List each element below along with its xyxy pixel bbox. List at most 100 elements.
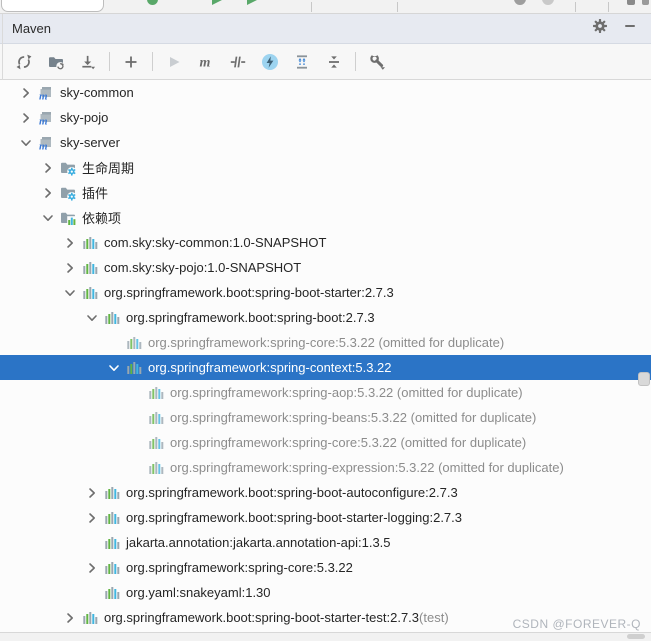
tree-row[interactable]: com.sky:sky-pojo:1.0-SNAPSHOT bbox=[0, 255, 651, 280]
tree-row[interactable]: org.springframework.boot:spring-boot-sta… bbox=[0, 505, 651, 530]
chevron-right-icon[interactable] bbox=[18, 85, 34, 101]
maven-module-icon: m bbox=[38, 110, 54, 127]
tree-row[interactable]: com.sky:sky-common:1.0-SNAPSHOT bbox=[0, 230, 651, 255]
chevron-right-icon[interactable] bbox=[62, 260, 78, 276]
tree-row[interactable]: m sky-server bbox=[0, 130, 651, 155]
tree-row[interactable]: jakarta.annotation:jakarta.annotation-ap… bbox=[0, 530, 651, 555]
tree-row-scope-suffix: (test) bbox=[419, 610, 449, 625]
maven-module-icon: m bbox=[38, 85, 54, 102]
tree-row-label: com.sky:sky-pojo:1.0-SNAPSHOT bbox=[104, 260, 302, 275]
tree-row[interactable]: org.springframework:spring-core:5.3.22 (… bbox=[0, 430, 651, 455]
library-icon bbox=[104, 535, 120, 551]
execute-maven-goal-button[interactable]: m bbox=[193, 49, 219, 75]
collapse-all-icon bbox=[326, 54, 342, 70]
tree-row-label: sky-pojo bbox=[60, 110, 109, 125]
chevron-right-icon[interactable] bbox=[40, 185, 56, 201]
chevron-down-icon[interactable] bbox=[62, 285, 78, 301]
gear-icon bbox=[592, 18, 608, 39]
add-maven-project-button[interactable] bbox=[118, 49, 144, 75]
gray-icon-fragment bbox=[627, 0, 635, 5]
green-icon-fragment bbox=[147, 0, 158, 5]
offline-lightning-icon bbox=[261, 53, 279, 71]
toolbar-separator-fragment bbox=[397, 2, 398, 12]
tree-row-label: org.springframework:spring-expression:5.… bbox=[170, 460, 564, 475]
toolbar-separator-fragment bbox=[311, 2, 312, 12]
tree-row-label: jakarta.annotation:jakarta.annotation-ap… bbox=[126, 535, 391, 550]
vertical-scrollbar-thumb[interactable] bbox=[638, 372, 650, 386]
tree-row[interactable]: org.springframework:spring-expression:5.… bbox=[0, 455, 651, 480]
chevron-down-icon[interactable] bbox=[84, 310, 100, 326]
chevron-right-icon[interactable] bbox=[84, 560, 100, 576]
tree-row-label: org.springframework.boot:spring-boot-aut… bbox=[126, 485, 458, 500]
tool-window-title: Maven bbox=[12, 21, 52, 36]
folder-sync-icon bbox=[48, 54, 64, 70]
tree-row-label: org.springframework.boot:spring-boot:2.7… bbox=[126, 310, 375, 325]
chevron-right-icon[interactable] bbox=[62, 235, 78, 251]
run-config-selector-fragment[interactable] bbox=[1, 0, 104, 12]
chevron-right-icon[interactable] bbox=[62, 610, 78, 626]
library-icon bbox=[148, 385, 164, 401]
chevron-placeholder bbox=[84, 585, 100, 601]
reload-all-maven-projects-button[interactable] bbox=[11, 49, 37, 75]
library-icon bbox=[148, 460, 164, 476]
library-icon bbox=[148, 410, 164, 426]
tree-row-label: org.springframework.boot:spring-boot-sta… bbox=[104, 285, 394, 300]
tree-row[interactable]: org.springframework.boot:spring-boot-aut… bbox=[0, 480, 651, 505]
tree-row[interactable]: org.springframework:spring-beans:5.3.22 … bbox=[0, 405, 651, 430]
tree-row[interactable]: m sky-pojo bbox=[0, 105, 651, 130]
skip-tests-button[interactable] bbox=[225, 49, 251, 75]
dependencies-folder-icon bbox=[60, 210, 77, 226]
toolbar-separator-fragment bbox=[575, 2, 576, 12]
expand-all-icon bbox=[294, 54, 310, 70]
maven-tool-window: Maven m m sky-common m sky-pojo m sky-se… bbox=[0, 0, 651, 641]
tree-row[interactable]: 插件 bbox=[0, 180, 651, 205]
tree-row[interactable]: org.springframework:spring-core:5.3.22 bbox=[0, 555, 651, 580]
tree-row[interactable]: org.springframework.boot:spring-boot:2.7… bbox=[0, 305, 651, 330]
chevron-placeholder bbox=[128, 410, 144, 426]
tool-window-settings-button[interactable] bbox=[589, 18, 611, 40]
library-icon bbox=[104, 310, 120, 326]
library-icon bbox=[82, 610, 98, 626]
chevron-right-icon[interactable] bbox=[40, 160, 56, 176]
library-icon bbox=[104, 510, 120, 526]
tree-row[interactable]: org.springframework:spring-core:5.3.22 (… bbox=[0, 330, 651, 355]
chevron-right-icon[interactable] bbox=[84, 510, 100, 526]
chevron-down-icon[interactable] bbox=[106, 360, 122, 376]
run-build-button[interactable] bbox=[161, 49, 187, 75]
chevron-down-icon[interactable] bbox=[40, 210, 56, 226]
tree-row[interactable]: 依赖项 bbox=[0, 205, 651, 230]
plugins-folder-icon bbox=[60, 185, 77, 201]
chevron-right-icon[interactable] bbox=[84, 485, 100, 501]
download-icon bbox=[80, 54, 96, 70]
tree-row[interactable]: m sky-common bbox=[0, 80, 651, 105]
tree-row-selected[interactable]: org.springframework:spring-context:5.3.2… bbox=[0, 355, 651, 380]
tree-row-label: org.springframework:spring-aop:5.3.22 (o… bbox=[170, 385, 523, 400]
tree-row-label: org.springframework:spring-beans:5.3.22 … bbox=[170, 410, 537, 425]
collapse-all-button[interactable] bbox=[321, 49, 347, 75]
generate-sources-button[interactable] bbox=[43, 49, 69, 75]
offline-mode-button[interactable] bbox=[257, 49, 283, 75]
toolbar-separator bbox=[109, 52, 110, 71]
tree-row[interactable]: org.yaml:snakeyaml:1.30 bbox=[0, 580, 651, 605]
chevron-right-icon[interactable] bbox=[18, 110, 34, 126]
tree-row[interactable]: org.springframework.boot:spring-boot-sta… bbox=[0, 280, 651, 305]
run-icon bbox=[166, 54, 182, 70]
svg-text:m: m bbox=[39, 90, 48, 101]
lifecycle-folder-icon bbox=[60, 160, 77, 176]
tree-row-label: 插件 bbox=[82, 186, 109, 201]
gray-icon-fragment bbox=[642, 0, 649, 5]
plus-icon bbox=[123, 54, 139, 70]
tree-row[interactable]: 生命周期 bbox=[0, 155, 651, 180]
horizontal-scrollbar-thumb[interactable] bbox=[627, 634, 645, 639]
tree-row-label: org.springframework.boot:spring-boot-sta… bbox=[104, 610, 420, 625]
maven-settings-button[interactable] bbox=[364, 49, 390, 75]
chevron-down-icon[interactable] bbox=[18, 135, 34, 151]
tree-row-label: sky-server bbox=[60, 135, 120, 150]
svg-text:m: m bbox=[200, 55, 211, 70]
expand-all-button[interactable] bbox=[289, 49, 315, 75]
download-sources-button[interactable] bbox=[75, 49, 101, 75]
tree-row[interactable]: org.springframework:spring-aop:5.3.22 (o… bbox=[0, 380, 651, 405]
reload-icon bbox=[16, 54, 32, 70]
hide-tool-window-button[interactable] bbox=[619, 18, 641, 40]
library-icon bbox=[126, 335, 142, 351]
